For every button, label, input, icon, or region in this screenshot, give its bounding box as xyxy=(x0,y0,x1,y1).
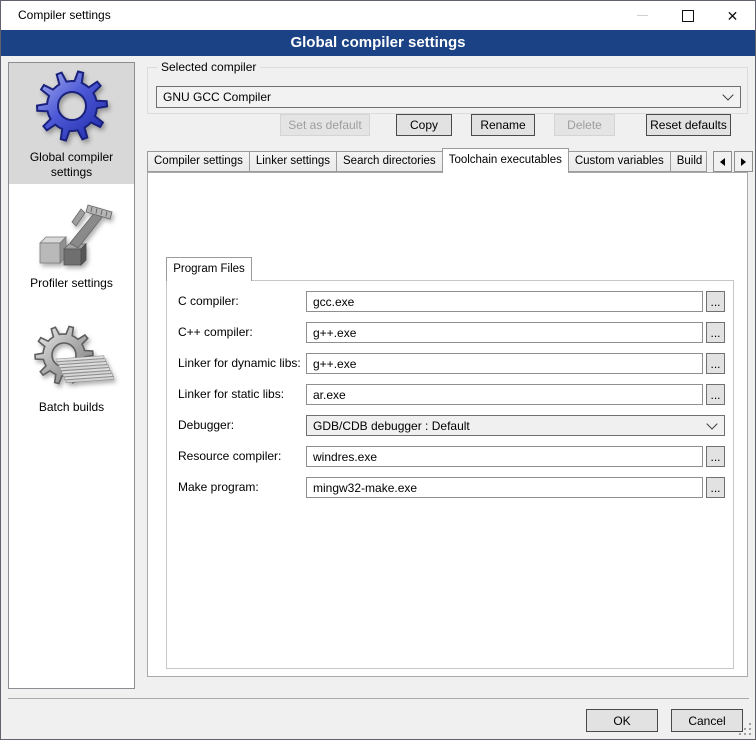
c-compiler-label: C compiler: xyxy=(178,291,239,312)
reset-defaults-button[interactable]: Reset defaults xyxy=(646,114,731,136)
arrow-left-icon xyxy=(720,158,725,166)
gear-blue-icon xyxy=(31,65,113,149)
minimize-icon xyxy=(637,15,648,16)
resource-compiler-label: Resource compiler: xyxy=(178,446,281,467)
field-value: g++.exe xyxy=(313,357,356,371)
static-linker-browse-button[interactable]: ... xyxy=(706,384,725,405)
tab-scroll-left-button[interactable] xyxy=(713,151,732,172)
close-icon: ✕ xyxy=(727,9,739,23)
arrow-right-icon xyxy=(741,158,746,166)
caliper-icon xyxy=(30,191,114,275)
field-value: ar.exe xyxy=(313,388,346,402)
gear-stack-icon xyxy=(30,321,114,399)
compiler-select-value: GNU GCC Compiler xyxy=(163,90,271,104)
compiler-select[interactable]: GNU GCC Compiler xyxy=(156,86,741,108)
dynamic-linker-input[interactable]: g++.exe xyxy=(306,353,703,374)
cpp-compiler-input[interactable]: g++.exe xyxy=(306,322,703,343)
ok-button[interactable]: OK xyxy=(586,709,658,732)
c-compiler-input[interactable]: gcc.exe xyxy=(306,291,703,312)
sidebar-item-label: Profiler settings xyxy=(9,275,134,291)
tab-search-directories[interactable]: Search directories xyxy=(336,151,443,172)
make-program-label: Make program: xyxy=(178,477,259,498)
tab-custom-variables[interactable]: Custom variables xyxy=(568,151,671,172)
debugger-select[interactable]: GDB/CDB debugger : Default xyxy=(306,415,725,436)
field-value: g++.exe xyxy=(313,326,356,340)
static-linker-label: Linker for static libs: xyxy=(178,384,284,405)
copy-button[interactable]: Copy xyxy=(396,114,452,136)
tab-build-options[interactable]: Build xyxy=(670,151,707,172)
resize-grip[interactable] xyxy=(739,723,752,736)
settings-category-list: Global compiler settings Profiler settin… xyxy=(8,62,135,689)
maximize-icon xyxy=(682,10,694,22)
debugger-label: Debugger: xyxy=(178,415,234,436)
title-bar[interactable]: Compiler settings ✕ xyxy=(1,1,755,30)
paper-stack xyxy=(56,355,114,383)
make-program-browse-button[interactable]: ... xyxy=(706,477,725,498)
compiler-settings-dialog: Compiler settings ✕ Global compiler sett… xyxy=(0,0,756,740)
tab-linker-settings[interactable]: Linker settings xyxy=(249,151,337,172)
subtab-program-files[interactable]: Program Files xyxy=(166,257,252,281)
cpp-compiler-browse-button[interactable]: ... xyxy=(706,322,725,343)
field-value: gcc.exe xyxy=(313,295,354,309)
sidebar-item-profiler-settings[interactable]: Profiler settings xyxy=(9,189,134,301)
resource-compiler-input[interactable]: windres.exe xyxy=(306,446,703,467)
field-value: mingw32-make.exe xyxy=(313,481,417,495)
static-linker-input[interactable]: ar.exe xyxy=(306,384,703,405)
sidebar-item-label: Batch builds xyxy=(9,399,134,415)
cpp-compiler-label: C++ compiler: xyxy=(178,322,253,343)
sidebar-item-batch-builds[interactable]: Batch builds xyxy=(9,319,134,439)
close-button[interactable]: ✕ xyxy=(710,1,755,30)
set-as-default-button: Set as default xyxy=(280,114,370,136)
maximize-button[interactable] xyxy=(665,1,710,30)
group-label: Selected compiler xyxy=(157,60,260,75)
delete-button: Delete xyxy=(554,114,615,136)
dynamic-linker-browse-button[interactable]: ... xyxy=(706,353,725,374)
chevron-down-icon xyxy=(722,89,733,100)
minimize-button xyxy=(620,1,665,30)
tab-compiler-settings[interactable]: Compiler settings xyxy=(147,151,250,172)
make-program-input[interactable]: mingw32-make.exe xyxy=(306,477,703,498)
rename-button[interactable]: Rename xyxy=(471,114,535,136)
settings-tab-strip: Compiler settings Linker settings Search… xyxy=(147,148,706,173)
debugger-select-value: GDB/CDB debugger : Default xyxy=(313,419,470,433)
resource-compiler-browse-button[interactable]: ... xyxy=(706,446,725,467)
field-value: windres.exe xyxy=(313,450,377,464)
footer-divider xyxy=(8,698,749,699)
tab-toolchain-executables[interactable]: Toolchain executables xyxy=(442,148,569,173)
c-compiler-browse-button[interactable]: ... xyxy=(706,291,725,312)
dialog-header: Global compiler settings xyxy=(1,30,755,56)
window-title: Compiler settings xyxy=(18,1,111,30)
tab-scroll-right-button[interactable] xyxy=(734,151,753,172)
sidebar-item-label: Global compiler settings xyxy=(9,149,134,180)
cancel-button[interactable]: Cancel xyxy=(671,709,743,732)
chevron-down-icon xyxy=(706,418,717,429)
dynamic-linker-label: Linker for dynamic libs: xyxy=(178,353,301,374)
sidebar-item-global-compiler-settings[interactable]: Global compiler settings xyxy=(9,63,134,184)
program-files-panel: C compiler: gcc.exe ... C++ compiler: g+… xyxy=(166,280,734,669)
